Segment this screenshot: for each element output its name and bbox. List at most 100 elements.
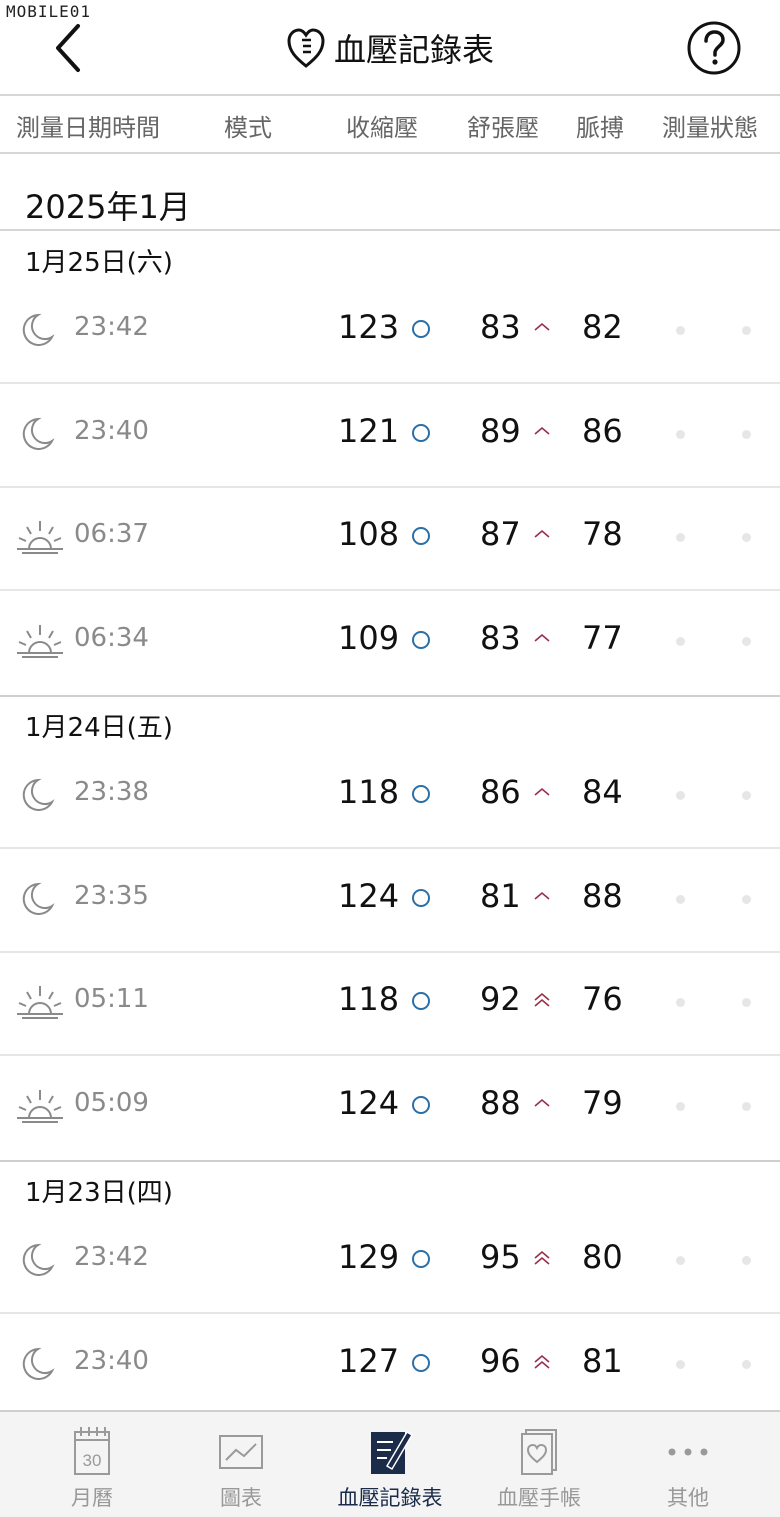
record-row[interactable]: 06:37 108 87 78 (0, 487, 780, 589)
question-circle-icon (687, 21, 741, 75)
moon-icon (22, 778, 55, 811)
chevron-up-icon (534, 529, 550, 538)
normal-circle-icon (412, 888, 430, 907)
moon-icon (22, 313, 55, 346)
diastolic-value: 83 (480, 308, 521, 346)
systolic-value: 124 (338, 876, 400, 915)
pulse-value: 81 (582, 1341, 623, 1380)
record-time: 05:09 (74, 1087, 149, 1118)
group-divider (0, 1160, 780, 1162)
sunrise-icon (17, 1089, 63, 1123)
status-dot (676, 636, 685, 646)
systolic-value: 127 (338, 1341, 400, 1380)
col-mode: 模式 (224, 114, 272, 142)
chevron-up-icon (534, 322, 550, 331)
systolic-value: 123 (338, 308, 400, 346)
tab-more[interactable]: 其他 (610, 1412, 766, 1517)
diastolic-value: 81 (480, 876, 521, 915)
col-pulse: 脈搏 (576, 114, 624, 142)
chevron-up-icon (534, 633, 550, 642)
pulse-value: 86 (582, 411, 623, 450)
diastolic-value: 83 (480, 618, 521, 657)
status-dot (742, 429, 751, 439)
tab-notebook[interactable]: 血壓手帳 (461, 1412, 617, 1517)
normal-circle-icon (412, 785, 430, 803)
record-row[interactable]: 23:42 129 95 80 (0, 1210, 780, 1312)
record-time: 23:38 (74, 777, 149, 807)
record-time: 05:11 (74, 984, 149, 1014)
chevron-up-icon (534, 787, 550, 796)
record-row[interactable]: 06:34 109 83 77 (0, 591, 780, 693)
pulse-value: 76 (582, 980, 623, 1018)
pulse-value: 77 (582, 618, 623, 657)
tab-label: 圖表 (220, 1486, 262, 1510)
systolic-value: 108 (338, 515, 400, 553)
double-chevron-up-icon (534, 1250, 550, 1265)
calendar-icon: 30 (74, 1427, 110, 1475)
record-row[interactable]: 23:40 121 89 86 (0, 384, 780, 486)
systolic-value: 118 (338, 980, 400, 1018)
status-dot (676, 1359, 685, 1369)
page-title: 血壓記錄表 (333, 31, 494, 69)
notebook-icon (521, 1429, 557, 1475)
record-row[interactable]: 05:11 118 92 76 (0, 952, 780, 1054)
status-dot (742, 636, 751, 646)
diastolic-value: 96 (480, 1341, 521, 1380)
more-icon (668, 1448, 708, 1456)
status-dot (742, 1101, 751, 1111)
systolic-value: 124 (338, 1083, 400, 1122)
status-dot (742, 533, 751, 542)
diastolic-value: 88 (480, 1083, 521, 1122)
tab-calendar[interactable]: 30 月曆 (14, 1412, 170, 1517)
tab-records[interactable]: 血壓記錄表 (312, 1412, 468, 1517)
normal-circle-icon (412, 527, 430, 545)
status-dot (676, 1256, 685, 1265)
moon-icon (22, 417, 55, 450)
record-row[interactable]: 23:40 127 96 81 (0, 1314, 780, 1416)
app-header: 血壓記錄表 (0, 0, 780, 96)
normal-circle-icon (412, 1250, 430, 1268)
record-row[interactable]: 23:38 118 86 84 (0, 745, 780, 847)
diastolic-value: 87 (480, 515, 521, 553)
systolic-value: 109 (338, 618, 400, 657)
systolic-value: 129 (338, 1238, 400, 1276)
tab-label: 其他 (667, 1486, 709, 1510)
record-time: 06:34 (74, 622, 149, 653)
moon-icon (22, 882, 55, 915)
record-row[interactable]: 05:09 124 88 79 (0, 1056, 780, 1158)
tab-label: 血壓手帳 (497, 1486, 581, 1510)
tab-label: 血壓記錄表 (337, 1486, 443, 1510)
record-time: 23:42 (74, 312, 149, 342)
normal-circle-icon (412, 630, 430, 649)
diastolic-value: 92 (480, 980, 521, 1018)
status-dot (676, 791, 685, 800)
col-systolic: 收縮壓 (346, 114, 418, 142)
status-dot (676, 533, 685, 542)
record-time: 23:40 (74, 415, 149, 446)
pulse-value: 79 (582, 1083, 623, 1122)
record-row[interactable]: 23:42 123 83 82 (0, 280, 780, 382)
mode-icon-wrap (16, 1242, 64, 1278)
sunrise-icon (17, 624, 63, 658)
status-dot (676, 326, 685, 335)
record-row[interactable]: 23:35 124 81 88 (0, 849, 780, 951)
divider (0, 229, 780, 231)
title-area: 血壓記錄表 (0, 22, 780, 74)
record-icon (371, 1430, 414, 1474)
tab-chart[interactable]: 圖表 (163, 1412, 319, 1517)
pulse-value: 78 (582, 515, 623, 553)
status-dot (742, 894, 751, 904)
sunrise-icon (17, 986, 63, 1019)
mode-icon-wrap (16, 519, 64, 555)
diastolic-value: 95 (480, 1238, 521, 1276)
status-dot (676, 998, 685, 1007)
help-button[interactable] (686, 20, 742, 76)
pulse-value: 88 (582, 876, 623, 915)
sunrise-icon (17, 521, 63, 554)
record-time: 06:37 (74, 519, 149, 549)
col-status: 測量狀態 (662, 114, 758, 142)
double-chevron-up-icon (534, 1354, 550, 1369)
mode-icon-wrap (16, 416, 64, 452)
diastolic-value: 89 (480, 411, 521, 450)
date-heading: 1月23日(四) (25, 1178, 173, 1208)
